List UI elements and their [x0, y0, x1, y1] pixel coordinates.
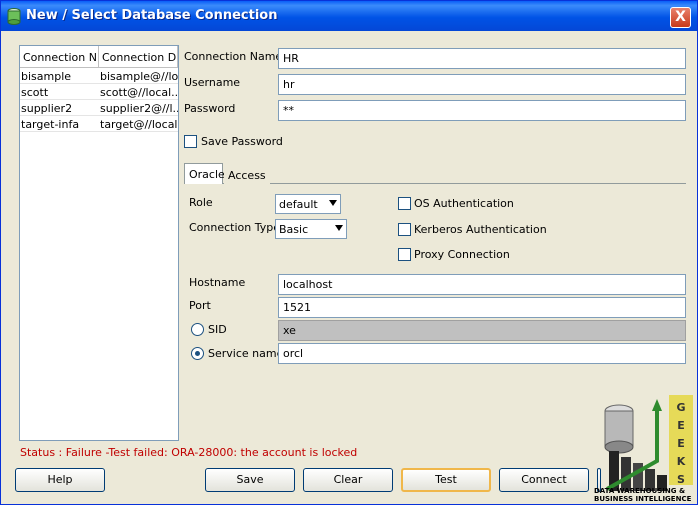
sid-input: xe: [278, 320, 686, 341]
connection-details-cell: supplier2@//l...: [100, 102, 178, 115]
logo-letter: S: [677, 473, 685, 486]
connection-name-cell: scott: [21, 86, 49, 99]
password-label: Password: [184, 102, 236, 115]
save-password-checkbox[interactable]: [184, 135, 197, 148]
connection-name-input[interactable]: HR: [278, 48, 686, 69]
help-button[interactable]: Help: [15, 468, 105, 492]
window-title: New / Select Database Connection: [26, 8, 278, 23]
connection-name-cell: target-infa: [21, 118, 80, 131]
username-label: Username: [184, 76, 241, 89]
service-name-label: Service name: [208, 347, 284, 360]
connection-details-cell: bisample@//lo...: [100, 70, 178, 83]
table-row[interactable]: supplier2 supplier2@//l...: [20, 100, 178, 116]
clear-button[interactable]: Clear: [303, 468, 393, 492]
role-select-value: default: [279, 198, 318, 211]
chevron-down-icon: [329, 200, 337, 206]
service-name-input[interactable]: orcl: [278, 343, 686, 364]
logo-letter: E: [677, 419, 685, 432]
test-button[interactable]: Test: [401, 468, 491, 492]
connection-name-cell: supplier2: [21, 102, 73, 115]
title-bar[interactable]: New / Select Database Connection X: [1, 1, 697, 31]
table-row[interactable]: scott scott@//local...: [20, 84, 178, 100]
close-button[interactable]: X: [670, 7, 691, 28]
connection-type-label: Connection Type: [189, 221, 281, 234]
connection-type-select[interactable]: Basic: [275, 219, 347, 239]
connection-type-select-value: Basic: [279, 223, 309, 236]
save-button[interactable]: Save: [205, 468, 295, 492]
database-icon: [7, 8, 21, 25]
logo-letter: G: [676, 401, 685, 414]
connection-name-label: Connection Name: [184, 50, 283, 63]
kerberos-authentication-checkbox[interactable]: [398, 223, 411, 236]
port-input[interactable]: 1521: [278, 297, 686, 318]
hostname-label: Hostname: [189, 276, 246, 289]
port-label: Port: [189, 299, 211, 312]
connect-button[interactable]: Connect: [499, 468, 589, 492]
connection-name-cell: bisample: [21, 70, 72, 83]
table-row[interactable]: target-infa target@//local...: [20, 116, 178, 132]
logo-caption: DATA WAREHOUSING & BUSINESS INTELLIGENCE: [594, 487, 692, 503]
service-name-radio[interactable]: [191, 347, 204, 360]
chevron-down-icon: [335, 225, 343, 231]
kerberos-authentication-label: Kerberos Authentication: [414, 223, 547, 236]
os-authentication-checkbox[interactable]: [398, 197, 411, 210]
role-label: Role: [189, 196, 213, 209]
proxy-connection-label: Proxy Connection: [414, 248, 510, 261]
close-icon: X: [675, 9, 686, 25]
password-input[interactable]: **: [278, 100, 686, 121]
connection-list[interactable]: Connection N... Connection D... bisample…: [19, 45, 179, 441]
status-message: Status : Failure -Test failed: ORA-28000…: [20, 446, 358, 459]
proxy-connection-checkbox[interactable]: [398, 248, 411, 261]
sid-label: SID: [208, 323, 227, 336]
username-input[interactable]: hr: [278, 74, 686, 95]
tab-oracle[interactable]: Oracle: [184, 163, 225, 184]
connection-list-header: Connection N... Connection D...: [20, 46, 178, 68]
logo-letter: K: [677, 455, 686, 468]
connection-details-cell: scott@//local...: [100, 86, 178, 99]
sid-radio[interactable]: [191, 323, 204, 336]
dialog-window: New / Select Database Connection X Conne…: [0, 0, 698, 505]
connection-details-cell: target@//local...: [100, 118, 178, 131]
tab-access[interactable]: Access: [224, 165, 270, 186]
column-header-connection-details[interactable]: Connection D...: [99, 46, 178, 67]
logo-letter: E: [677, 437, 685, 450]
os-authentication-label: OS Authentication: [414, 197, 514, 210]
role-select[interactable]: default: [275, 194, 341, 214]
column-header-connection-name[interactable]: Connection N...: [20, 46, 99, 67]
save-password-label: Save Password: [201, 135, 283, 148]
table-row[interactable]: bisample bisample@//lo...: [20, 68, 178, 84]
hostname-input[interactable]: localhost: [278, 274, 686, 295]
